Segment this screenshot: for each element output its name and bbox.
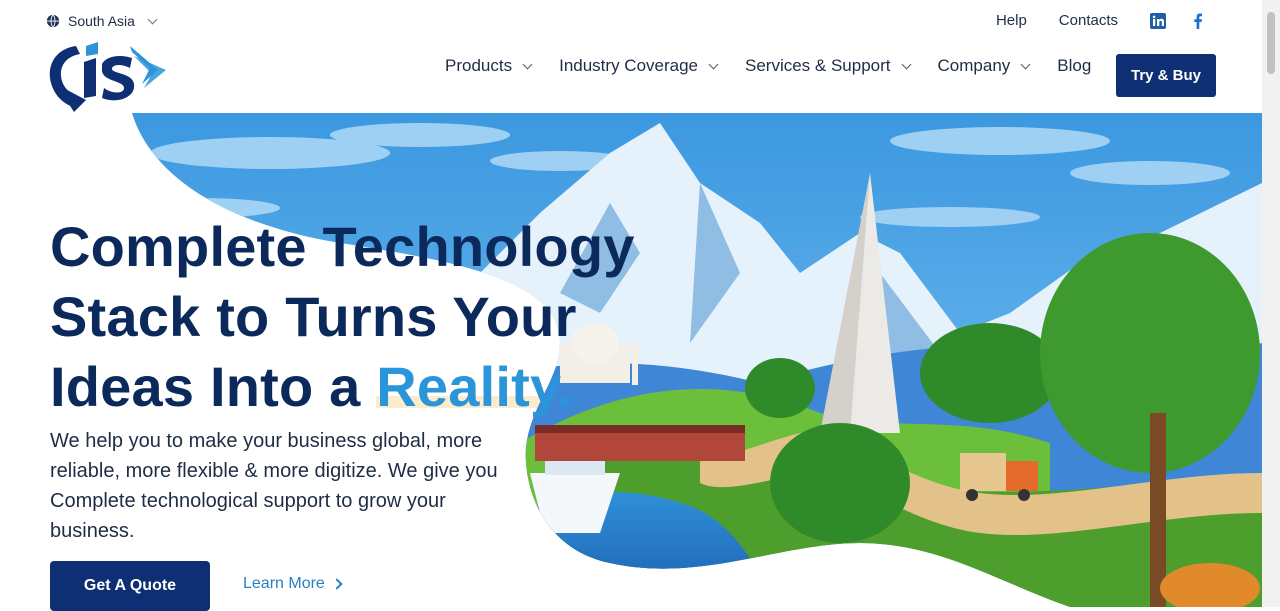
chevron-down-icon <box>708 59 719 69</box>
social-links <box>1150 12 1206 29</box>
try-buy-button[interactable]: Try & Buy <box>1116 54 1216 97</box>
chevron-down-icon <box>901 59 911 69</box>
nav-company[interactable]: Company <box>937 56 1031 76</box>
top-links: Help Contacts <box>996 12 1206 29</box>
chevron-down-icon <box>147 14 158 24</box>
nav-services-support[interactable]: Services & Support <box>745 56 911 76</box>
hero-subtext: We help you to make your business global… <box>50 430 498 542</box>
help-link[interactable]: Help <box>996 12 1027 29</box>
chevron-right-icon <box>331 578 343 590</box>
nav-company-label: Company <box>937 56 1011 75</box>
scrollbar-thumb[interactable] <box>1267 12 1275 74</box>
nav-products[interactable]: Products <box>445 56 533 76</box>
facebook-icon[interactable] <box>1190 13 1206 29</box>
region-selector[interactable]: South Asia <box>46 13 158 29</box>
nav-products-label: Products <box>445 56 513 75</box>
chevron-down-icon <box>1020 59 1031 69</box>
headline-line-3-prefix: Ideas Into a <box>50 355 377 418</box>
headline-line-1: Complete Technology <box>50 215 635 278</box>
globe-icon <box>46 14 60 28</box>
page-scrollbar[interactable] <box>1262 0 1280 607</box>
nav-blog-label: Blog <box>1057 56 1092 75</box>
headline-accent-word: Reality <box>376 355 558 418</box>
nav-services-support-label: Services & Support <box>745 56 891 75</box>
chevron-down-icon <box>522 59 533 69</box>
nav-industry-coverage[interactable]: Industry Coverage <box>559 56 719 76</box>
top-bar: South Asia Help Contacts <box>0 0 1262 44</box>
get-quote-button[interactable]: Get A Quote <box>50 561 210 611</box>
contacts-link[interactable]: Contacts <box>1059 12 1118 29</box>
nav-blog[interactable]: Blog <box>1057 56 1091 76</box>
main-nav: Products Industry Coverage Services & Su… <box>445 56 1091 76</box>
cis-logo[interactable] <box>46 40 168 112</box>
linkedin-icon[interactable] <box>1150 12 1166 29</box>
hero-headline: Complete Technology Stack to Turns Your … <box>50 212 670 422</box>
headline-line-2: Stack to Turns Your <box>50 285 577 348</box>
headline-accent-dot: . <box>557 355 573 418</box>
region-label: South Asia <box>68 13 135 29</box>
learn-more-label: Learn More <box>243 575 325 592</box>
headline-accent: Reality. <box>376 355 573 418</box>
learn-more-link[interactable]: Learn More <box>243 575 343 593</box>
nav-industry-coverage-label: Industry Coverage <box>559 56 698 75</box>
